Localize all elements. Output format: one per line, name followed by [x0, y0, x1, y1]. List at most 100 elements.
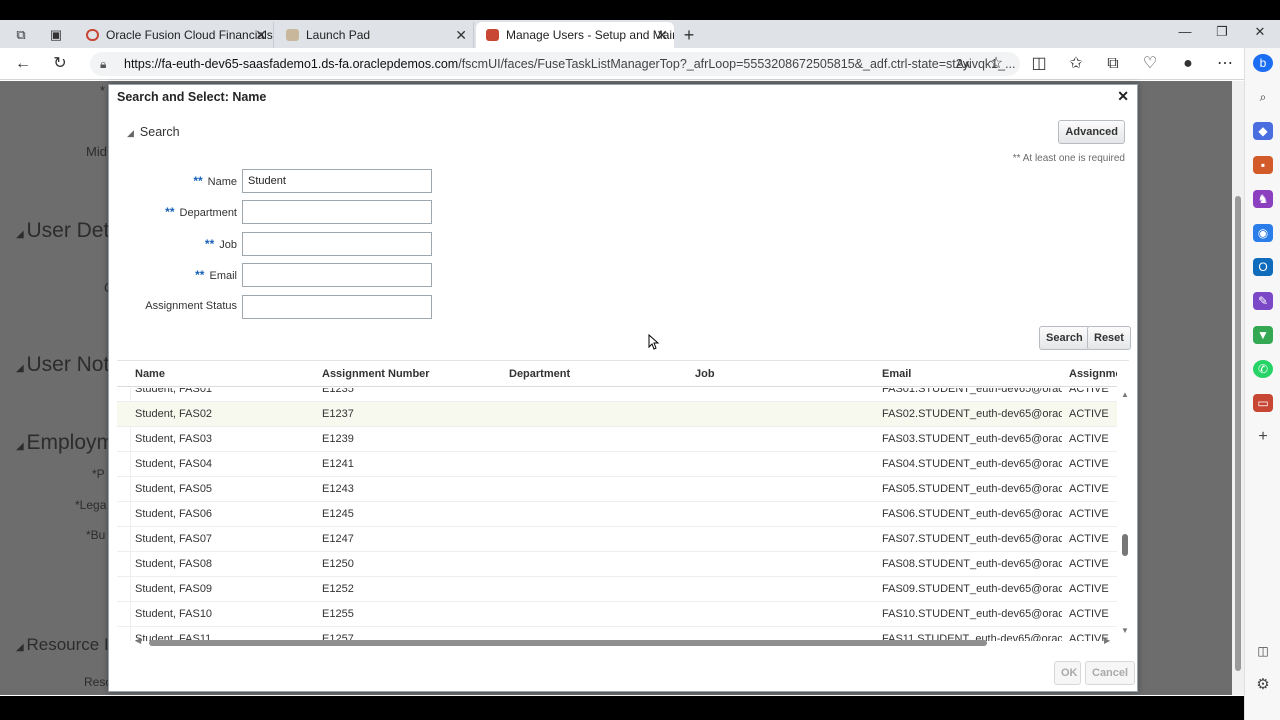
- table-cell-name: Student, FAS07: [135, 533, 213, 545]
- browser-tab-financials[interactable]: Oracle Fusion Cloud Financials: L ✕: [76, 22, 274, 48]
- job-field-row: ** Job: [109, 232, 439, 256]
- table-row[interactable]: Student, FAS01 E1235 FAS01.STUDENT_euth-de…: [117, 388, 1117, 402]
- games-icon[interactable]: ♞: [1253, 190, 1273, 208]
- more-menu-icon[interactable]: ⋯: [1214, 54, 1236, 74]
- page-scrollbar-thumb[interactable]: [1235, 196, 1241, 671]
- shopping-icon[interactable]: ◆: [1253, 122, 1273, 140]
- scroll-left-arrow-icon[interactable]: ◀: [135, 636, 141, 645]
- search-button[interactable]: Search: [1039, 326, 1090, 350]
- table-cell-status: ACTIVE: [1069, 408, 1109, 420]
- table-horizontal-scrollbar[interactable]: ◀ ▶: [129, 636, 1114, 648]
- read-aloud-icon[interactable]: Aᴀ: [952, 54, 974, 74]
- workspaces-icon[interactable]: ⧉: [10, 25, 32, 45]
- search-icon[interactable]: ⌕: [1253, 88, 1273, 106]
- scroll-up-arrow-icon[interactable]: ▲: [1121, 390, 1129, 399]
- add-app-icon[interactable]: +: [1253, 428, 1273, 446]
- column-header-assignment-number[interactable]: Assignment Number: [322, 368, 430, 380]
- table-cell-name: Student, FAS02: [135, 408, 213, 420]
- table-hscroll-thumb[interactable]: [149, 640, 987, 646]
- launchpad-favicon-icon: [286, 29, 299, 41]
- table-cell-number: E1255: [322, 608, 354, 620]
- minimize-icon[interactable]: —: [1170, 24, 1200, 39]
- url-field[interactable]: 🔒︎ https://fa-euth-dev65-saasfademo1.ds-…: [90, 52, 1020, 76]
- close-dialog-icon[interactable]: ✕: [1117, 88, 1129, 105]
- column-header-assignment-status[interactable]: Assignme: [1069, 368, 1117, 380]
- close-tab-icon[interactable]: ✕: [255, 22, 267, 48]
- column-header-job[interactable]: Job: [695, 368, 715, 380]
- column-header-name[interactable]: Name: [135, 368, 165, 380]
- browser-tab-strip: ⧉ ▣ Oracle Fusion Cloud Financials: L ✕ …: [0, 20, 1280, 48]
- table-cell-email: FAS09.STUDENT_euth-dev65@oracl...: [882, 583, 1062, 595]
- cancel-button[interactable]: Cancel: [1085, 661, 1136, 685]
- oracle-app-icon[interactable]: ▭: [1253, 394, 1273, 412]
- table-cell-number: E1235: [322, 388, 354, 395]
- favorites-icon[interactable]: ✩: [1065, 54, 1087, 74]
- column-header-department[interactable]: Department: [509, 368, 570, 380]
- outlook-icon[interactable]: O: [1253, 258, 1273, 276]
- table-cell-number: E1243: [322, 483, 354, 495]
- copilot-icon[interactable]: b: [1253, 54, 1273, 72]
- office-icon[interactable]: ◉: [1253, 224, 1273, 242]
- table-row[interactable]: Student, FAS09 E1252 FAS09.STUDENT_euth-de…: [117, 577, 1117, 602]
- scroll-right-arrow-icon[interactable]: ▶: [1104, 636, 1110, 645]
- drop-icon[interactable]: ▼: [1253, 326, 1273, 344]
- table-vscroll-thumb[interactable]: [1122, 534, 1128, 556]
- table-row[interactable]: Student, FAS06 E1245 FAS06.STUDENT_euth-de…: [117, 502, 1117, 527]
- reset-button[interactable]: Reset: [1087, 326, 1131, 350]
- table-cell-email: FAS08.STUDENT_euth-dev65@oracl...: [882, 558, 1062, 570]
- table-cell-name: Student, FAS05: [135, 483, 213, 495]
- back-icon[interactable]: ←: [12, 54, 34, 74]
- lock-icon: 🔒︎: [100, 57, 107, 71]
- tab-actions-icon[interactable]: ▣: [45, 25, 67, 45]
- hide-sidebar-icon[interactable]: ◫: [1253, 642, 1273, 660]
- restore-icon[interactable]: ❐: [1207, 24, 1237, 40]
- column-header-email[interactable]: Email: [882, 368, 911, 380]
- job-input[interactable]: [242, 232, 432, 256]
- table-row[interactable]: Student, FAS10 E1255 FAS10.STUDENT_euth-de…: [117, 602, 1117, 627]
- page-scrollbar[interactable]: [1232, 81, 1244, 695]
- ok-button[interactable]: OK: [1054, 661, 1081, 685]
- table-cell-status: ACTIVE: [1069, 533, 1109, 545]
- close-window-icon[interactable]: ✕: [1245, 24, 1275, 40]
- tools-icon[interactable]: ▪: [1253, 156, 1273, 174]
- search-section-header[interactable]: ◢ Search: [127, 125, 180, 139]
- required-marker: **: [193, 174, 203, 188]
- email-input[interactable]: [242, 263, 432, 287]
- table-row[interactable]: Student, FAS02 E1237 FAS02.STUDENT_euth-de…: [117, 402, 1117, 427]
- table-cell-name: Student, FAS04: [135, 458, 213, 470]
- bg-label: *Lega: [75, 498, 107, 512]
- table-cell-name: Student, FAS01: [135, 388, 213, 395]
- table-row[interactable]: Student, FAS07 E1247 FAS07.STUDENT_euth-de…: [117, 527, 1117, 552]
- screen: ⧉ ▣ Oracle Fusion Cloud Financials: L ✕ …: [0, 0, 1280, 720]
- table-cell-email: FAS10.STUDENT_euth-dev65@oracl...: [882, 608, 1062, 620]
- new-tab-button[interactable]: +: [678, 25, 700, 45]
- bottom-black-bar: [0, 696, 1244, 720]
- table-row[interactable]: Student, FAS08 E1250 FAS08.STUDENT_euth-de…: [117, 552, 1117, 577]
- browser-essentials-icon[interactable]: ♡: [1139, 54, 1161, 74]
- favorite-star-icon[interactable]: ☆: [985, 54, 1007, 74]
- table-cell-status: ACTIVE: [1069, 433, 1109, 445]
- advanced-button[interactable]: Advanced: [1058, 120, 1125, 144]
- name-input[interactable]: [242, 169, 432, 193]
- email-label: ** Email: [195, 268, 237, 282]
- table-row[interactable]: Student, FAS04 E1241 FAS04.STUDENT_euth-de…: [117, 452, 1117, 477]
- refresh-icon[interactable]: ↻: [49, 54, 71, 74]
- assignment-status-input[interactable]: [242, 295, 432, 319]
- browser-tab-launch-pad[interactable]: Launch Pad ✕: [276, 22, 474, 48]
- table-vertical-scrollbar[interactable]: ▲ ▼: [1119, 388, 1131, 638]
- settings-gear-icon[interactable]: ⚙: [1253, 676, 1273, 694]
- whatsapp-icon[interactable]: ✆: [1253, 360, 1273, 378]
- table-row[interactable]: Student, FAS03 E1239 FAS03.STUDENT_euth-de…: [117, 427, 1117, 452]
- browser-tab-manage-users[interactable]: Manage Users - Setup and Maint ✕: [476, 22, 674, 48]
- designer-icon[interactable]: ✎: [1253, 292, 1273, 310]
- table-cell-status: ACTIVE: [1069, 508, 1109, 520]
- scroll-down-arrow-icon[interactable]: ▼: [1121, 626, 1129, 635]
- department-input[interactable]: [242, 200, 432, 224]
- profile-icon[interactable]: ●: [1177, 54, 1199, 74]
- table-row[interactable]: Student, FAS05 E1243 FAS05.STUDENT_euth-de…: [117, 477, 1117, 502]
- split-screen-icon[interactable]: ◫: [1028, 54, 1050, 74]
- close-tab-icon[interactable]: ✕: [656, 22, 668, 48]
- collections-icon[interactable]: ⧉: [1102, 54, 1124, 74]
- tab-title: Launch Pad: [306, 28, 371, 42]
- close-tab-icon[interactable]: ✕: [455, 22, 467, 48]
